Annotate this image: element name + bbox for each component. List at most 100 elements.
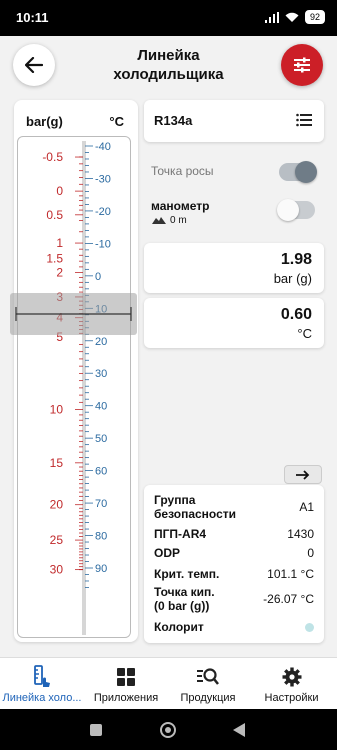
property-safety-group: Группа безопасности A1: [154, 493, 314, 523]
temp-tick-label: 70: [95, 498, 107, 510]
system-navigation-bar: [0, 709, 337, 750]
sliders-icon: [294, 57, 310, 73]
property-boiling-point: Точка кип. (0 bar (g)) -26.07 °C: [154, 585, 314, 615]
manometer-row: манометр 0 m: [151, 198, 321, 228]
arrow-right-icon: [296, 469, 310, 480]
temperature-input[interactable]: 0.60 °C: [144, 298, 324, 348]
temp-tick-label: 90: [95, 563, 107, 575]
temperature-unit-label: °C: [109, 114, 124, 129]
property-value: 1430: [287, 527, 314, 541]
temp-tick-label: 60: [95, 466, 107, 478]
property-label: Колорит: [154, 620, 204, 634]
property-critical-temp: Крит. темп. 101.1 °C: [154, 567, 314, 583]
temperature-unit: °C: [297, 326, 312, 341]
manometer-toggle-knob: [277, 199, 299, 221]
property-value: 101.1 °C: [267, 567, 314, 581]
property-value: A1: [299, 500, 314, 514]
back-button[interactable]: [13, 44, 55, 86]
nav-label: Продукция: [180, 692, 236, 704]
details-arrow-button[interactable]: [284, 465, 322, 484]
pressure-tick-label: 10: [50, 403, 64, 417]
search-list-icon: [197, 668, 219, 685]
status-icons: 92: [264, 10, 325, 24]
filter-button[interactable]: [281, 44, 323, 86]
pressure-tick-label: 20: [50, 498, 64, 512]
property-odp: ODP 0: [154, 546, 314, 562]
manometer-toggle[interactable]: [277, 199, 315, 221]
temp-tick-label: 20: [95, 336, 107, 348]
nav-item-products[interactable]: Продукция: [166, 658, 250, 710]
properties-card: Группа безопасности A1 ПГП-AR4 1430 ODP 0…: [144, 485, 324, 643]
nav-item-ruler[interactable]: Линейка холо...: [0, 658, 84, 710]
arrow-left-icon: [25, 57, 43, 73]
nav-item-settings[interactable]: Настройки: [246, 658, 337, 710]
pressure-value: 1.98: [280, 251, 312, 268]
pressure-tick-label: 1.5: [46, 251, 63, 265]
home-dot: [165, 727, 171, 733]
refrigerant-name: R134a: [154, 113, 193, 128]
temp-tick-label: -40: [95, 141, 111, 153]
pressure-tick-label: 30: [50, 563, 64, 577]
dew-point-toggle[interactable]: [279, 161, 317, 183]
status-time: 10:11: [16, 10, 49, 25]
pressure-tick-label: 0: [56, 184, 63, 198]
property-label: ПГП-AR4: [154, 527, 207, 541]
pressure-tick-label: 15: [50, 456, 64, 470]
app-header: Линейка холодильщика: [0, 36, 337, 98]
property-label: ODP: [154, 546, 181, 560]
refrigerant-selector[interactable]: R134a: [144, 100, 324, 142]
nav-item-apps[interactable]: Приложения: [84, 658, 168, 710]
back-triangle-icon[interactable]: [233, 723, 245, 737]
recents-button[interactable]: [90, 724, 102, 736]
property-color: Колорит: [154, 620, 314, 636]
temp-tick-label: 0: [95, 271, 101, 283]
ruler-selector-handle[interactable]: [10, 293, 137, 335]
property-value: -26.07 °C: [263, 592, 314, 606]
page-title-line1: Линейка: [137, 47, 200, 64]
nav-label: Приложения: [93, 692, 159, 704]
ruler-card: bar(g) °C -40-30-20-10010203040506070809…: [14, 100, 138, 642]
property-label: Точка кип. (0 bar (g)): [154, 585, 215, 613]
dew-point-label: Точка росы: [151, 164, 214, 178]
temp-tick-label: 50: [95, 433, 107, 445]
signal-icon: [264, 11, 279, 23]
pressure-tick-label: 1: [56, 236, 63, 250]
pressure-unit-label: bar(g): [26, 114, 63, 129]
temperature-value: 0.60: [280, 306, 312, 323]
dew-point-toggle-knob: [295, 161, 317, 183]
pressure-tick-label: 2: [56, 266, 63, 280]
page-title-line2: холодильщика: [113, 66, 224, 83]
manometer-label: манометр: [151, 199, 210, 213]
temp-tick-label: -30: [95, 173, 111, 185]
ruler-scale[interactable]: -40 -30 -20 -10 0 10 20 30 40 50 60 70 80 90 -0.5 0 0.5 1…: [17, 136, 131, 638]
temp-tick-label: 30: [95, 368, 107, 380]
list-icon[interactable]: [296, 113, 312, 127]
nav-label: Линейка холо...: [2, 692, 82, 704]
temp-tick-label: -20: [95, 206, 111, 218]
property-value: 0: [307, 546, 314, 560]
status-bar: 10:11 92: [0, 0, 337, 36]
altitude-value: 0 m: [170, 215, 187, 226]
color-swatch: [305, 623, 314, 632]
wifi-icon: [285, 12, 299, 22]
pressure-tick-label: 25: [50, 533, 64, 547]
grid-icon: [117, 668, 135, 686]
temp-tick-label: -10: [95, 238, 111, 250]
pressure-input[interactable]: 1.98 bar (g): [144, 243, 324, 293]
page-title: Линейка холодильщика: [90, 46, 247, 84]
selector-line: [15, 307, 132, 321]
property-label: Группа безопасности: [154, 493, 237, 521]
ruler-touch-icon: [34, 665, 50, 687]
pressure-tick-label: -0.5: [42, 150, 63, 164]
temp-tick-label: 40: [95, 401, 107, 413]
nav-label: Настройки: [264, 692, 319, 704]
pressure-unit: bar (g): [273, 271, 312, 286]
pressure-tick-label: 0.5: [46, 208, 63, 222]
temp-tick-label: 80: [95, 531, 107, 543]
home-button[interactable]: [160, 722, 176, 738]
ruler-header: bar(g) °C: [26, 114, 124, 129]
dew-point-row: Точка росы: [151, 161, 321, 184]
property-gwp: ПГП-AR4 1430: [154, 527, 314, 543]
battery-icon: 92: [304, 10, 325, 24]
gear-icon: [282, 667, 301, 687]
